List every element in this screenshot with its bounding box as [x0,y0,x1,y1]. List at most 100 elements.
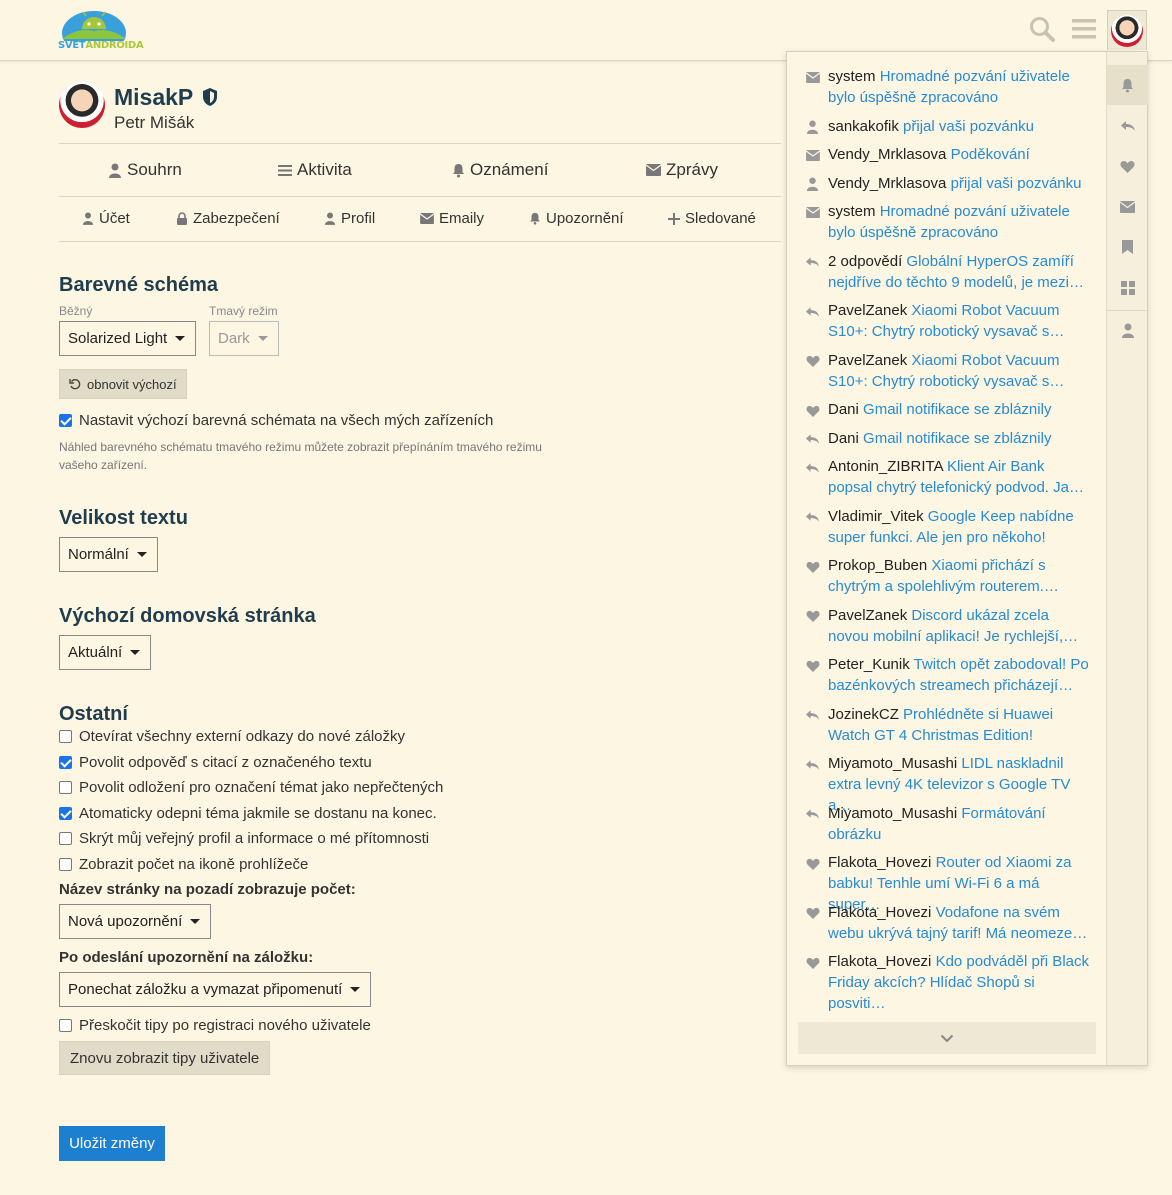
notification-item[interactable]: Peter_Kunik Twitch opět zabodoval! Po ba… [805,654,1090,696]
tab-notifications[interactable]: Oznámení [452,160,548,180]
other-checkbox-row[interactable]: Povolit odpověď s citací z označeného te… [59,754,372,771]
user-icon [1121,323,1134,338]
tab-emails[interactable]: Emaily [420,210,484,227]
tab-profile[interactable]: Profil [324,210,375,227]
reply-icon [805,708,820,723]
tab-watched[interactable]: Sledované [668,210,756,227]
notification-item[interactable]: system Hromadné pozvání uživatele bylo ú… [805,201,1090,243]
bg-title-select[interactable]: Nová upozornění [59,904,212,939]
user-icon [82,212,94,225]
notification-user: JozinekCZ [828,705,899,723]
notification-item[interactable]: sankakofik přijal vaši pozvánku [805,116,1090,137]
default-scheme-checkbox-row[interactable]: Nastavit výchozí barevná schémata na vše… [59,412,493,429]
undo-icon [69,379,81,390]
checkbox[interactable] [59,858,72,871]
search-icon[interactable] [1028,15,1056,43]
logo-part1: SVĚT [58,40,86,51]
tab-security[interactable]: Zabezpečení [176,210,280,227]
dark-scheme-select[interactable]: Dark [209,321,279,356]
notification-user: sankakofik [828,117,899,135]
lock-icon [177,212,187,225]
tab-account[interactable]: Účet [82,210,130,227]
bookmark-icon [1122,240,1133,254]
default-scheme-checkbox[interactable] [59,414,72,427]
shield-icon [203,88,218,106]
profile-avatar [59,82,105,128]
dark-scheme-label: Tmavý režim [209,304,278,318]
notification-link[interactable]: Poděkování [951,146,1030,163]
panel-tab-profile[interactable] [1107,310,1148,350]
hamburger-icon[interactable] [1070,15,1098,43]
other-checkbox-row[interactable]: Skrýt můj veřejný profil a informace o m… [59,830,429,847]
tab-messages[interactable]: Zprávy [646,160,718,180]
save-button[interactable]: Uložit změny [59,1126,165,1161]
notification-user: Flakota_Hovezi [828,903,932,921]
notification-user: Miyamoto_Musashi [828,755,958,772]
panel-tab-notifications[interactable] [1107,65,1148,105]
panel-tab-messages[interactable] [1107,187,1148,227]
notification-item[interactable]: Vendy_Mrklasova přijal vaši pozvánku [805,173,1090,194]
checkbox[interactable] [59,832,72,845]
notification-item[interactable]: Antonin_ZIBRITA Klient Air Bank popsal c… [805,456,1090,498]
checkbox-label: Otevírat všechny externí odkazy do nové … [79,728,405,745]
heart-icon [805,955,820,970]
reply-icon [805,460,820,475]
other-checkbox-row[interactable]: Povolit odložení pro označení témat jako… [59,779,443,796]
site-logo[interactable]: SVĚTANDROIDA [58,9,144,55]
panel-tab-bookmarks[interactable] [1107,227,1148,267]
other-checkbox-row[interactable]: Zobrazit počet na ikoně prohlížeče [59,856,308,873]
notification-user: Antonin_ZIBRITA [828,458,943,475]
notification-item[interactable]: system Hromadné pozvání uživatele bylo ú… [805,66,1090,108]
notification-item[interactable]: PavelZanek Xiaomi Robot Vacuum S10+: Chy… [805,300,1090,342]
caret-down-icon [130,650,141,655]
tab-summary[interactable]: Souhrn [108,160,182,180]
after-send-select[interactable]: Ponechat záložku a vymazat připomenutí [59,972,372,1007]
tab-alerts[interactable]: Upozornění [529,210,624,227]
notification-item[interactable]: PavelZanek Discord ukázal zcela novou mo… [805,605,1090,647]
notification-user: Vladimir_Vitek [828,507,924,525]
user-avatar-button[interactable] [1107,10,1147,50]
notification-item[interactable]: Dani Gmail notifikace se zbláznily [805,399,1090,420]
dark-mode-hint: Náhled barevného schématu tmavého režimu… [59,440,542,472]
checkbox[interactable] [59,781,72,794]
checkbox[interactable] [59,730,72,743]
notification-item[interactable]: Vladimir_Vitek Google Keep nabídne super… [805,506,1090,548]
text-size-select[interactable]: Normální [59,537,158,572]
reset-default-button[interactable]: obnovit výchozí [59,369,187,399]
bell-icon [453,163,464,177]
envelope-icon [805,205,820,220]
notification-item[interactable]: Dani Gmail notifikace se zbláznily [805,428,1090,449]
notification-item[interactable]: Flakota_Hovezi Vodafone na svém webu ukr… [805,902,1090,944]
notification-link[interactable]: přijal vaši pozvánku [951,175,1082,192]
skip-tips-row[interactable]: Přeskočit tipy po registraci nového uživ… [59,1017,371,1034]
checkbox[interactable] [59,756,72,769]
tab-activity[interactable]: Aktivita [278,160,352,180]
panel-tab-likes[interactable] [1107,146,1148,186]
load-more-button[interactable] [798,1022,1096,1054]
other-checkbox-row[interactable]: Atomaticky odepni téma jakmile se dostan… [59,805,437,822]
text-size-heading: Velikost textu [59,507,188,529]
notification-item[interactable]: PavelZanek Xiaomi Robot Vacuum S10+: Chy… [805,350,1090,392]
notification-item[interactable]: 2 odpovědí Globální HyperOS zamíří nejdř… [805,251,1090,293]
notification-link[interactable]: přijal vaši pozvánku [903,118,1034,135]
checkbox[interactable] [59,807,72,820]
notification-user: Miyamoto_Musashi [828,804,958,822]
homepage-select[interactable]: Aktuální [59,635,152,670]
panel-sidebar [1106,52,1148,1065]
grid-icon [1120,281,1135,295]
panel-tab-replies[interactable] [1107,106,1148,146]
notification-link[interactable]: Gmail notifikace se zbláznily [863,430,1051,447]
regular-scheme-select[interactable]: Solarized Light [59,321,197,356]
notification-link[interactable]: Gmail notifikace se zbláznily [863,401,1051,418]
other-checkbox-row[interactable]: Otevírat všechny externí odkazy do nové … [59,728,405,745]
show-tips-button[interactable]: Znovu zobrazit tipy uživatele [59,1041,271,1075]
notification-item[interactable]: Flakota_Hovezi Kdo podváděl při Black Fr… [805,951,1090,1014]
notification-item[interactable]: JozinekCZ Prohlédněte si Huawei Watch GT… [805,704,1090,746]
envelope-icon [1120,201,1135,213]
notification-item[interactable]: Miyamoto_Musashi Formátování obrázku [805,803,1090,845]
notification-item[interactable]: Vendy_Mrklasova Poděkování [805,144,1090,165]
panel-tab-grid[interactable] [1107,268,1148,308]
skip-tips-checkbox[interactable] [59,1019,72,1032]
notification-item[interactable]: Prokop_Buben Xiaomi přichází s chytrým a… [805,555,1090,597]
chevron-down-icon [940,1034,954,1042]
